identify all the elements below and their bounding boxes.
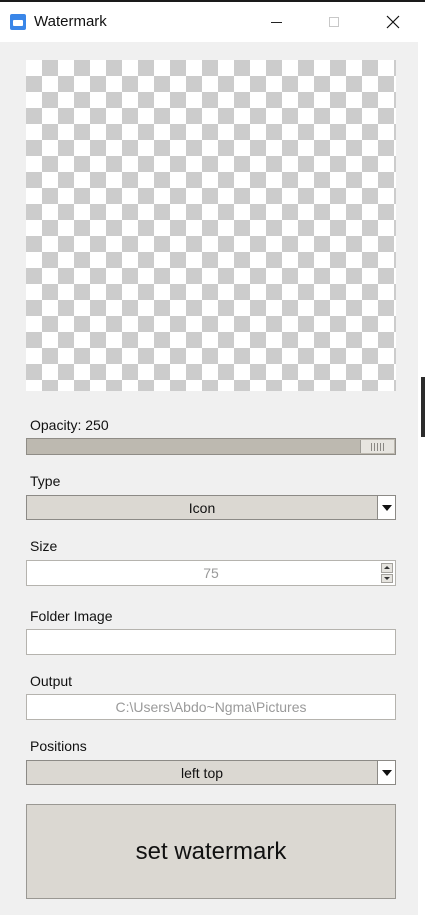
type-select[interactable]: Icon <box>26 495 396 520</box>
arrow-down-icon <box>384 576 390 580</box>
size-decrement-button[interactable] <box>381 573 393 583</box>
size-spin-buttons <box>381 563 393 583</box>
minimize-button[interactable] <box>253 2 299 42</box>
folder-image-field[interactable] <box>26 629 396 655</box>
size-increment-button[interactable] <box>381 563 393 573</box>
opacity-slider-thumb[interactable] <box>360 440 394 453</box>
type-dropdown-button[interactable] <box>377 496 395 519</box>
chevron-down-icon <box>381 504 392 511</box>
size-value: 75 <box>203 565 219 581</box>
type-label: Type <box>30 473 61 489</box>
app-window: Watermark Opacity: 250 Type Icon Size 75 <box>0 0 425 915</box>
positions-select-value: left top <box>180 764 224 781</box>
close-icon <box>386 15 400 29</box>
arrow-up-icon <box>384 566 390 570</box>
app-icon <box>10 14 26 30</box>
image-preview <box>26 60 396 391</box>
opacity-slider[interactable] <box>26 438 396 455</box>
window-title: Watermark <box>34 13 107 30</box>
opacity-label: Opacity: 250 <box>30 417 109 433</box>
size-label: Size <box>30 538 58 554</box>
minimize-icon <box>270 21 282 23</box>
positions-dropdown-button[interactable] <box>377 761 395 784</box>
close-button[interactable] <box>370 2 416 42</box>
positions-select[interactable]: left top <box>26 760 396 785</box>
edge-marker <box>421 377 425 437</box>
maximize-icon <box>329 17 339 27</box>
size-stepper[interactable]: 75 <box>26 560 396 586</box>
window-edge <box>418 42 425 915</box>
set-watermark-button[interactable]: set watermark <box>26 804 396 899</box>
output-field[interactable]: C:\Users\Abdo~Ngma\Pictures <box>26 694 396 720</box>
maximize-button[interactable] <box>311 2 357 42</box>
output-label: Output <box>30 673 73 689</box>
folder-image-label: Folder Image <box>30 608 113 624</box>
type-select-value: Icon <box>188 499 216 516</box>
positions-label: Positions <box>30 738 87 754</box>
title-bar[interactable]: Watermark <box>0 2 425 42</box>
chevron-down-icon <box>381 769 392 776</box>
